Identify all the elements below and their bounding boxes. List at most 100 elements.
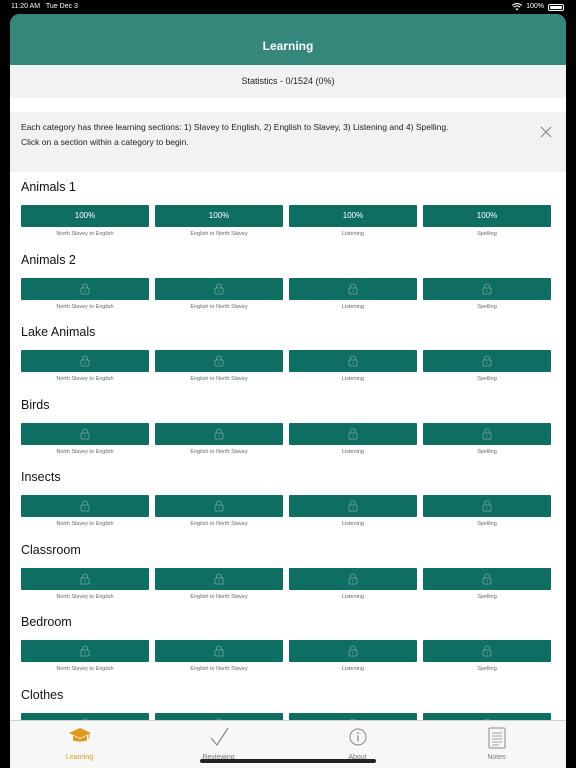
lock-icon — [348, 500, 358, 512]
section-button[interactable] — [155, 495, 283, 517]
info-banner: Each category has three learning section… — [10, 112, 566, 172]
lock-icon — [80, 645, 90, 657]
section-button[interactable] — [423, 712, 551, 720]
section-label: Listening — [341, 231, 365, 237]
category-row: ClothesNorth Slavey to EnglishEnglish to… — [10, 680, 566, 720]
section-button[interactable]: 100% — [423, 205, 551, 227]
battery-percent: 100% — [526, 3, 544, 10]
notes-icon — [488, 727, 506, 749]
lock-icon — [482, 645, 492, 657]
section-button[interactable] — [21, 495, 149, 517]
section-button[interactable]: 100% — [289, 205, 417, 227]
lock-icon — [348, 355, 358, 367]
section-button[interactable] — [423, 277, 551, 300]
section-button[interactable] — [21, 422, 149, 445]
section-button[interactable] — [423, 567, 551, 590]
section-button[interactable] — [155, 350, 283, 372]
section-label: Spelling — [477, 376, 497, 382]
section-button[interactable] — [21, 712, 149, 720]
category-title: Bedroom — [21, 615, 72, 629]
section-label: North Slavey to English — [56, 521, 114, 527]
category-row: Animals 2 North Slavey to English English … — [10, 245, 566, 317]
tab-learning[interactable]: Learning — [10, 721, 149, 768]
section-button[interactable] — [423, 350, 551, 372]
category-title: Animals 1 — [21, 180, 76, 194]
section-button[interactable] — [155, 277, 283, 300]
section-label: North Slavey to English — [56, 303, 114, 310]
home-indicator — [200, 759, 376, 763]
section-button[interactable] — [289, 640, 417, 662]
lock-icon — [80, 283, 90, 294]
section-button[interactable] — [289, 495, 417, 517]
section-button[interactable] — [21, 640, 149, 662]
lock-icon — [482, 573, 492, 584]
section-button[interactable] — [423, 422, 551, 445]
section-label: Spelling — [477, 521, 497, 527]
checkmark-icon — [210, 727, 229, 747]
section-label: North Slavey to English — [56, 376, 114, 382]
section-label: Listening — [341, 666, 365, 672]
category-list[interactable]: Animals 1 100% North Slavey to English 100%… — [10, 172, 566, 720]
lock-icon — [348, 428, 358, 439]
section-button[interactable] — [289, 350, 417, 372]
lock-icon — [348, 283, 358, 294]
category-title: Clothes — [21, 687, 64, 702]
section-button[interactable] — [21, 567, 149, 590]
section-button[interactable] — [289, 422, 417, 445]
section-button[interactable] — [155, 712, 283, 720]
section-button[interactable] — [21, 350, 149, 372]
lock-icon — [80, 428, 90, 439]
section-button[interactable] — [155, 422, 283, 445]
wifi-icon — [512, 3, 523, 11]
section-button[interactable] — [155, 640, 283, 662]
lock-icon — [214, 645, 224, 657]
section-label: Spelling — [477, 448, 497, 455]
section-label: Spelling — [477, 593, 497, 600]
category-title: Animals 2 — [21, 252, 76, 267]
lock-icon — [482, 355, 492, 367]
section-button[interactable] — [423, 640, 551, 662]
category-title: Birds — [21, 397, 50, 412]
lock-icon — [482, 500, 492, 512]
section-label: Listening — [341, 593, 365, 600]
section-label: English to North Slavey — [190, 231, 248, 237]
section-button[interactable]: 100% — [21, 205, 149, 227]
lock-icon — [80, 355, 90, 367]
section-button[interactable] — [289, 712, 417, 720]
lock-icon — [80, 500, 90, 512]
tab-label: Notes — [487, 754, 506, 761]
category-row: Animals 1 100% North Slavey to English 100%… — [10, 172, 566, 244]
section-label: North Slavey to English — [56, 448, 114, 455]
section-button[interactable] — [155, 567, 283, 590]
section-label: English to North Slavey — [190, 521, 248, 527]
statistics-bar: Statistics - 0/1524 (0%) — [10, 65, 566, 98]
info-icon — [349, 728, 367, 746]
section-label: English to North Slavey — [190, 593, 248, 600]
section-button[interactable]: 100% — [155, 205, 283, 227]
category-row: Lake Animals North Slavey to English Engli… — [10, 317, 566, 389]
battery-icon — [548, 3, 564, 11]
section-label: English to North Slavey — [190, 666, 248, 672]
category-row: Bedroom North Slavey to English English to… — [10, 607, 566, 679]
section-button[interactable] — [289, 277, 417, 300]
graduation-cap-icon — [69, 728, 91, 742]
navigation-bar: Learning — [10, 14, 566, 65]
close-icon[interactable] — [540, 126, 552, 138]
section-label: North Slavey to English — [56, 231, 114, 237]
page-title: Learning — [262, 39, 314, 53]
category-title: Insects — [21, 470, 61, 484]
lock-icon — [482, 283, 492, 294]
section-button[interactable] — [289, 567, 417, 590]
lock-icon — [214, 355, 224, 367]
tab-notes[interactable]: Notes — [427, 721, 566, 768]
lock-icon — [348, 645, 358, 657]
section-label: North Slavey to English — [56, 593, 114, 600]
lock-icon — [348, 573, 358, 584]
app-screen: Learning Statistics - 0/1524 (0%) Each c… — [10, 14, 566, 768]
section-label: Listening — [341, 376, 365, 382]
section-button[interactable] — [423, 495, 551, 517]
lock-icon — [214, 500, 224, 512]
section-label: Listening — [341, 303, 365, 310]
category-title: Classroom — [21, 542, 81, 557]
section-button[interactable] — [21, 277, 149, 300]
